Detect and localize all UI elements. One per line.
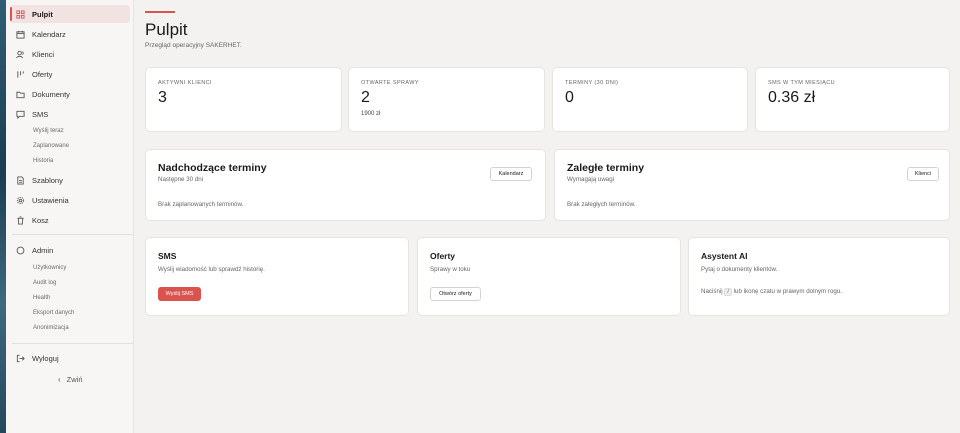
main-content: Pulpit Przegląd operacyjny SAKERHET. Akt… xyxy=(134,0,960,433)
stat-card-open-cases: Otwarte sprawy 2 1900 zł xyxy=(348,67,545,132)
shortcut-key: / xyxy=(724,288,732,296)
sidebar-item-klienci[interactable]: Klienci xyxy=(10,45,130,63)
card-title: Asystent AI xyxy=(701,251,748,261)
sidebar-item-dokumenty[interactable]: Dokumenty xyxy=(10,85,130,103)
calendar-icon xyxy=(16,30,25,39)
card-subtitle: Pytaj o dokumenty klientów. xyxy=(701,266,778,273)
card-subtitle: Wyślij wiadomość lub sprawdź historię. xyxy=(158,266,265,273)
sidebar-item-sms[interactable]: SMS xyxy=(10,105,130,123)
logout-icon xyxy=(16,354,25,363)
send-sms-button[interactable]: Wyślij SMS xyxy=(158,287,201,301)
sms-card: SMS Wyślij wiadomość lub sprawdź histori… xyxy=(145,237,409,316)
card-subtitle: Sprawy w toku xyxy=(430,266,471,273)
gear-icon xyxy=(16,196,25,205)
sidebar-item-label: Oferty xyxy=(32,69,53,79)
logout-label: Wyloguj xyxy=(32,353,59,363)
sidebar-item-label: Dokumenty xyxy=(32,89,70,99)
stat-card-active-clients: Aktywni klienci 3 xyxy=(145,67,342,132)
card-subtitle: Wymagają uwagi xyxy=(567,176,615,183)
sidebar: Pulpit Kalendarz Klienci Oferty Dokument… xyxy=(6,0,134,433)
card-title: Zaległe terminy xyxy=(567,162,645,174)
open-offers-button[interactable]: Otwórz oferty xyxy=(430,287,481,301)
sidebar-divider xyxy=(12,343,134,344)
empty-state-text: Brak zaplanowanych terminów. xyxy=(158,201,244,208)
stat-value: 2 xyxy=(361,89,370,106)
sidebar-item-label: Kosz xyxy=(32,215,49,225)
page-title: Pulpit xyxy=(145,20,188,39)
card-subtitle: Następne 30 dni xyxy=(158,176,204,183)
page-subtitle: Przegląd operacyjny SAKERHET. xyxy=(145,42,242,49)
card-title: Nadchodzące terminy xyxy=(158,162,267,174)
title-accent xyxy=(145,11,175,13)
stat-value: 3 xyxy=(158,89,167,106)
sidebar-item-oferty[interactable]: Oferty xyxy=(10,65,130,83)
template-icon xyxy=(16,175,25,185)
sidebar-item-admin[interactable]: Admin xyxy=(10,241,130,259)
sidebar-subitem-wyslij[interactable]: Wyślij teraz xyxy=(33,128,64,134)
sidebar-subitem-health[interactable]: Health xyxy=(33,295,50,301)
folder-icon xyxy=(16,90,25,99)
sidebar-item-label: Klienci xyxy=(32,49,55,59)
logout-button[interactable]: Wyloguj xyxy=(10,349,130,367)
sidebar-item-label: Kalendarz xyxy=(32,29,66,39)
card-title: Oferty xyxy=(430,251,456,261)
stat-label: Otwarte sprawy xyxy=(361,80,419,86)
sidebar-item-label: Ustawienia xyxy=(32,195,69,205)
stat-sub: 1900 zł xyxy=(361,111,381,117)
sidebar-subitem-eksport[interactable]: Eksport danych xyxy=(33,310,74,316)
hint-suffix: lub ikonę czatu w prawym dolnym rogu. xyxy=(733,288,843,295)
stat-card-appointments: Terminy (30 dni) 0 xyxy=(552,67,748,132)
sidebar-subitem-zaplanowane[interactable]: Zaplanowane xyxy=(33,143,69,149)
stat-label: Aktywni klienci xyxy=(158,80,212,86)
sidebar-item-kalendarz[interactable]: Kalendarz xyxy=(10,25,130,43)
upcoming-appointments-card: Nadchodzące terminy Następne 30 dni Kale… xyxy=(145,149,546,221)
stat-label: Terminy (30 dni) xyxy=(565,80,619,86)
offers-icon xyxy=(16,70,25,79)
sidebar-item-kosz[interactable]: Kosz xyxy=(10,211,130,229)
collapse-button[interactable]: ‹ Zwiń xyxy=(52,370,112,388)
users-icon xyxy=(16,50,25,59)
stat-value: 0 xyxy=(565,89,574,106)
sidebar-item-label: Szablony xyxy=(32,175,63,185)
dashboard-icon xyxy=(16,9,25,19)
offers-card: Oferty Sprawy w toku Otwórz oferty xyxy=(417,237,681,316)
sidebar-item-label: Pulpit xyxy=(32,9,53,19)
chevron-left-icon: ‹ xyxy=(58,374,61,384)
overdue-appointments-card: Zaległe terminy Wymagają uwagi Klienci B… xyxy=(554,149,950,221)
shield-icon xyxy=(16,246,25,255)
sidebar-item-label: SMS xyxy=(32,109,49,119)
card-title: SMS xyxy=(158,251,177,261)
stat-value: 0.36 zł xyxy=(768,89,816,106)
sidebar-subitem-historia[interactable]: Historia xyxy=(33,158,53,164)
collapse-label: Zwiń xyxy=(66,374,83,384)
sidebar-subitem-audit-log[interactable]: Audit log xyxy=(33,280,56,286)
sidebar-item-ustawienia[interactable]: Ustawienia xyxy=(10,191,130,209)
stat-card-sms-cost: SMS w tym miesiącu 0.36 zł xyxy=(755,67,950,132)
trash-icon xyxy=(16,215,25,225)
calendar-button[interactable]: Kalendarz xyxy=(490,167,532,181)
keyboard-hint: Naciśnij / lub ikonę czatu w prawym doln… xyxy=(701,288,842,296)
ai-assistant-card: Asystent AI Pytaj o dokumenty klientów. … xyxy=(688,237,950,316)
clients-button[interactable]: Klienci xyxy=(907,167,939,181)
sidebar-item-szablony[interactable]: Szablony xyxy=(10,171,130,189)
sidebar-divider xyxy=(12,234,134,235)
stat-label: SMS w tym miesiącu xyxy=(768,80,835,86)
empty-state-text: Brak zaległych terminów. xyxy=(567,201,636,208)
message-icon xyxy=(16,110,25,119)
sidebar-item-label: Admin xyxy=(32,245,54,255)
sidebar-subitem-uzytkownicy[interactable]: Użytkownicy xyxy=(33,265,66,271)
sidebar-item-pulpit[interactable]: Pulpit xyxy=(10,5,130,23)
sidebar-subitem-anonimizacja[interactable]: Anonimizacja xyxy=(33,325,69,331)
hint-prefix: Naciśnij xyxy=(701,288,723,295)
